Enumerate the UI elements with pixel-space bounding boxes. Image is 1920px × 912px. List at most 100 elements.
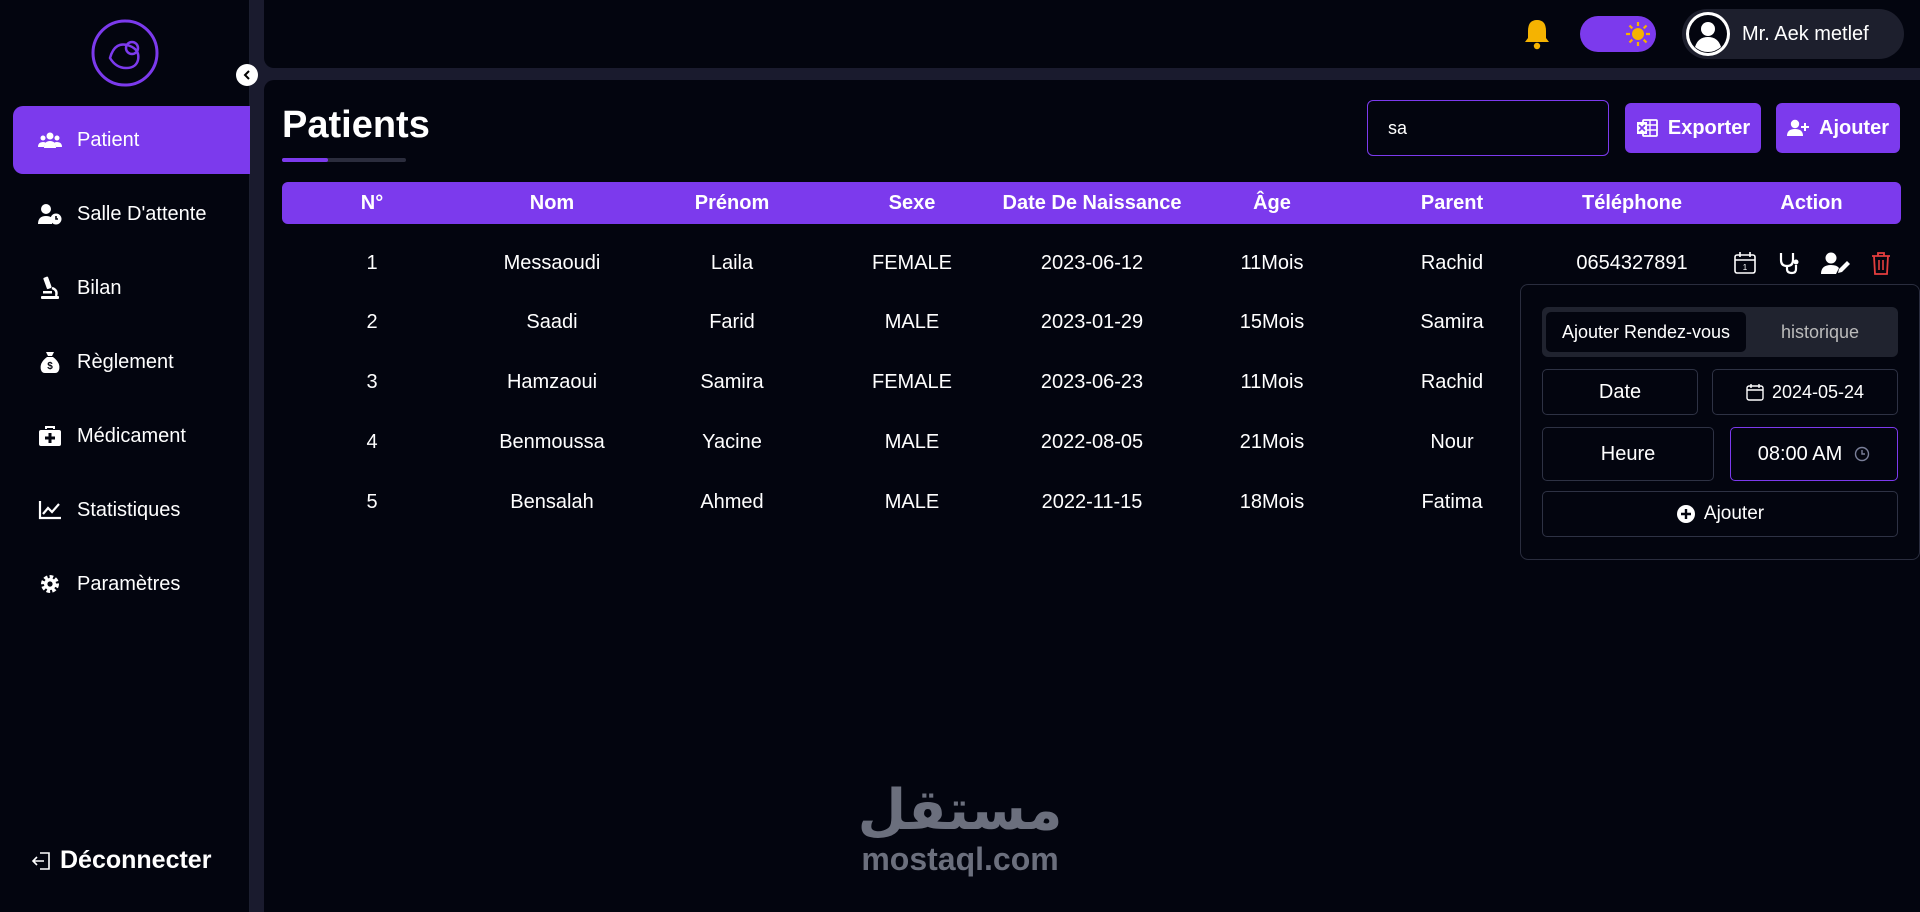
cell-prenom: Laila [710, 251, 754, 274]
cell-date-naissance: 2023-06-23 [1040, 370, 1144, 393]
column-header[interactable]: Sexe [822, 192, 1002, 215]
cell-age: 18Mois [1239, 490, 1305, 513]
tab-ajouter-rendez-vous[interactable]: Ajouter Rendez-vous [1546, 312, 1746, 352]
svg-text:$: $ [47, 361, 53, 372]
page-title: Patients [282, 104, 430, 146]
watermark: مستقل mostaql.com [840, 778, 1080, 877]
column-header[interactable]: N° [282, 192, 462, 215]
add-patient-button[interactable]: Ajouter [1776, 103, 1900, 153]
row-actions: 1 [1722, 251, 1901, 275]
gear-icon [37, 572, 63, 596]
sidebar-item-label: Règlement [77, 350, 174, 373]
time-value: 08:00 AM [1757, 442, 1843, 465]
tab-historique[interactable]: historique [1746, 312, 1894, 352]
sidebar-item-statistiques[interactable]: Statistiques [13, 476, 250, 544]
cell-prenom: Farid [709, 310, 755, 333]
trash-icon[interactable] [1871, 251, 1891, 275]
cell-sexe: MALE [884, 490, 940, 513]
users-icon [37, 128, 63, 152]
user-edit-icon[interactable] [1820, 251, 1851, 275]
sidebar-item-reglement[interactable]: $ Règlement [13, 328, 250, 396]
bell-icon[interactable] [1520, 17, 1554, 51]
calendar-icon[interactable]: 1 [1733, 251, 1757, 275]
user-plus-icon [1787, 119, 1809, 137]
cell-number: 3 [366, 370, 378, 393]
user-clock-icon [37, 202, 63, 226]
sidebar-item-label: Salle D'attente [77, 202, 207, 225]
cell-nom: Benmoussa [499, 430, 605, 453]
add-label: Ajouter [1819, 116, 1889, 139]
user-menu[interactable]: Mr. Aek metlef [1682, 9, 1904, 59]
sidebar-item-salle-attente[interactable]: Salle D'attente [13, 180, 250, 248]
logout-button[interactable]: Déconnecter [30, 846, 211, 875]
date-label: Date [1542, 369, 1698, 415]
medkit-icon [37, 424, 63, 448]
calendar-icon [1746, 383, 1764, 401]
popover-tabs: Ajouter Rendez-vous historique [1542, 307, 1898, 357]
cell-prenom: Yacine [702, 430, 762, 453]
microscope-icon [37, 276, 63, 300]
column-header[interactable]: Téléphone [1542, 192, 1722, 215]
time-input[interactable]: 08:00 AM [1730, 427, 1898, 481]
user-name: Mr. Aek metlef [1742, 22, 1869, 45]
table-row[interactable]: 1 Messaoudi Laila FEMALE 2023-06-12 11Mo… [282, 243, 1901, 283]
title-underline [282, 158, 406, 162]
cell-sexe: MALE [884, 310, 940, 333]
sidebar-item-bilan[interactable]: Bilan [13, 254, 250, 322]
sidebar-collapse-button[interactable] [236, 64, 258, 86]
cell-nom: Bensalah [510, 490, 594, 513]
column-header[interactable]: Âge [1182, 192, 1362, 215]
money-bag-icon: $ [37, 350, 63, 374]
column-header[interactable]: Parent [1362, 192, 1542, 215]
watermark-arabic: مستقل [857, 778, 1063, 843]
sidebar-item-label: Bilan [77, 276, 122, 299]
cell-number: 2 [366, 310, 378, 333]
cell-parent: Fatima [1421, 490, 1483, 513]
excel-icon [1636, 118, 1658, 138]
sidebar-item-label: Paramètres [77, 572, 181, 595]
cell-number: 4 [366, 430, 378, 453]
cell-prenom: Ahmed [700, 490, 764, 513]
plus-circle-icon [1676, 504, 1696, 524]
cell-age: 21Mois [1239, 430, 1305, 453]
logout-label: Déconnecter [60, 846, 212, 874]
cell-age: 11Mois [1240, 370, 1304, 393]
sidebar-item-parametres[interactable]: Paramètres [13, 550, 250, 618]
cell-number: 5 [366, 490, 378, 513]
sidebar-item-patient[interactable]: Patient [13, 106, 250, 174]
cell-nom: Hamzaoui [506, 370, 598, 393]
cell-sexe: FEMALE [871, 370, 953, 393]
cell-nom: Saadi [526, 310, 578, 333]
cell-date-naissance: 2023-01-29 [1040, 310, 1144, 333]
stethoscope-icon[interactable] [1777, 251, 1801, 275]
cell-nom: Messaoudi [503, 251, 601, 274]
sidebar-item-medicament[interactable]: Médicament [13, 402, 250, 470]
sign-out-icon [31, 851, 50, 870]
column-header[interactable]: Prénom [642, 192, 822, 215]
cell-age: 11Mois [1240, 251, 1304, 274]
topbar: Mr. Aek metlef [264, 0, 1920, 68]
logo [91, 19, 159, 87]
date-input[interactable]: 2024-05-24 [1712, 369, 1898, 415]
chart-line-icon [37, 498, 63, 522]
sidebar: Patient Salle D'attente Bilan $ Règlemen… [0, 0, 258, 912]
chevron-left-icon [243, 70, 250, 80]
add-appointment-label: Ajouter [1703, 503, 1765, 524]
export-button[interactable]: Exporter [1625, 103, 1761, 153]
clock-icon[interactable] [1854, 446, 1870, 462]
export-label: Exporter [1667, 116, 1751, 139]
cell-date-naissance: 2022-08-05 [1040, 430, 1144, 453]
add-appointment-button[interactable]: Ajouter [1542, 491, 1898, 537]
theme-toggle[interactable] [1580, 16, 1656, 52]
column-header[interactable]: Date De Naissance [1002, 192, 1182, 215]
cell-date-naissance: 2023-06-12 [1040, 251, 1144, 274]
avatar [1686, 12, 1730, 56]
sidebar-item-label: Médicament [77, 424, 186, 447]
cell-sexe: MALE [884, 430, 940, 453]
column-header: Action [1780, 191, 1843, 214]
sidebar-item-label: Patient [77, 128, 140, 151]
sidebar-nav: Patient Salle D'attente Bilan $ Règlemen… [13, 106, 250, 624]
search-input[interactable] [1367, 100, 1609, 156]
cell-parent: Samira [1420, 310, 1484, 333]
column-header[interactable]: Nom [462, 192, 642, 215]
